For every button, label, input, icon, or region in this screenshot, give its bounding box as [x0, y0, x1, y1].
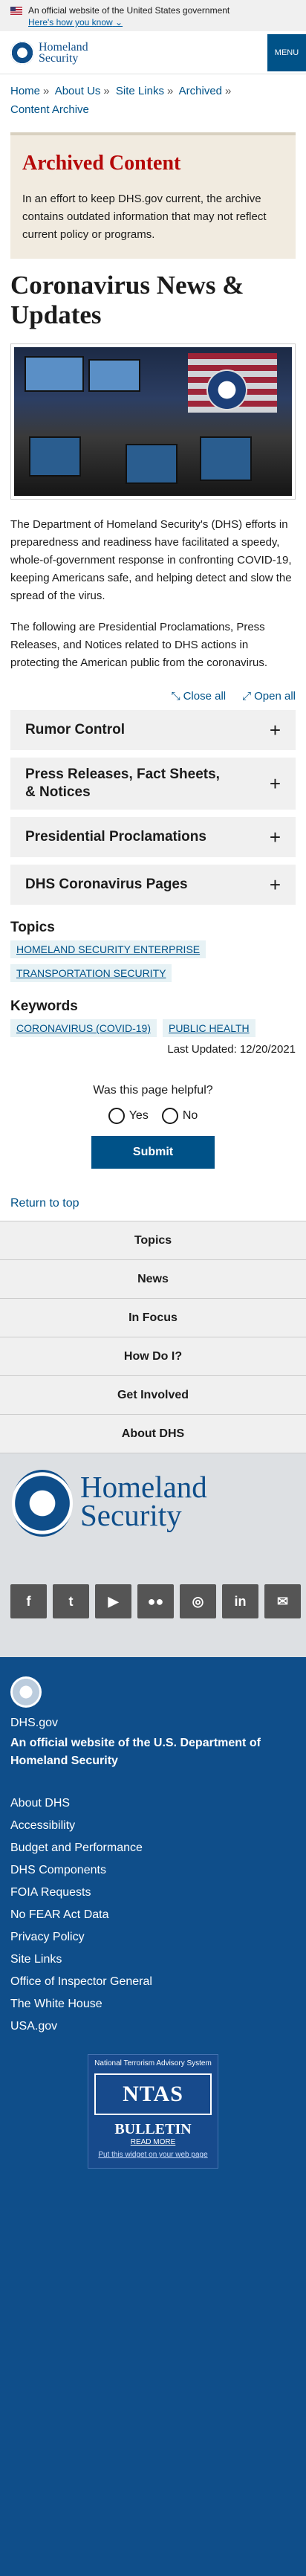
ntas-logo: NTAS [94, 2073, 212, 2115]
open-all-link[interactable]: ⤢ Open all [242, 690, 296, 703]
footer-links: About DHS Accessibility Budget and Perfo… [10, 1792, 296, 2038]
plus-icon: + [269, 718, 281, 741]
ntas-read-more-link[interactable]: READ MORE [88, 2138, 218, 2146]
breadcrumb-separator: » [225, 85, 232, 97]
keyword-tag[interactable]: PUBLIC HEALTH [162, 1019, 255, 1037]
topic-tag[interactable]: TRANSPORTATION SECURITY [10, 964, 172, 982]
accordion: Rumor Control + Press Releases, Fact Shee… [0, 703, 306, 905]
footer-nav-in-focus[interactable]: In Focus [0, 1299, 306, 1337]
breadcrumb-archived[interactable]: Archived [179, 85, 222, 97]
accordion-item-dhs-coronavirus-pages[interactable]: DHS Coronavirus Pages + [10, 865, 296, 905]
menu-button[interactable]: MENU [267, 33, 306, 71]
keyword-tag[interactable]: CORONAVIRUS (COVID-19) [10, 1019, 157, 1037]
breadcrumb-about-us[interactable]: About Us [55, 85, 101, 97]
keywords-label: Keywords [10, 998, 78, 1014]
expand-icon: ⤢ [242, 690, 252, 703]
breadcrumb-site-links[interactable]: Site Links [116, 85, 164, 97]
intro-paragraph: The following are Presidential Proclamat… [10, 621, 268, 669]
plus-icon: + [269, 825, 281, 848]
dhs-seal-icon [10, 40, 34, 65]
feedback-form: Was this page helpful? Yes No Submit [0, 1056, 306, 1169]
dhs-emblem [206, 369, 247, 410]
accordion-item-press-releases[interactable]: Press Releases, Fact Sheets, & Notices + [10, 758, 296, 810]
breadcrumb-separator: » [166, 85, 174, 97]
footer-nav-topics[interactable]: Topics [0, 1221, 306, 1260]
return-to-top-link[interactable]: Return to top [10, 1197, 79, 1210]
email-icon[interactable]: ✉ [264, 1584, 301, 1618]
yes-radio[interactable]: Yes [108, 1108, 149, 1124]
ntas-widget-link[interactable]: Put this widget on your web page [88, 2151, 218, 2159]
topic-tag[interactable]: HOMELAND SECURITY ENTERPRISE [10, 940, 206, 958]
footer-link-no-fear[interactable]: No FEAR Act Data [10, 1904, 296, 1926]
intro-paragraph: The Department of Homeland Security's (D… [10, 518, 292, 602]
ntas-bulletin: BULLETIN [114, 2121, 192, 2137]
footer-link-about-dhs[interactable]: About DHS [10, 1792, 296, 1815]
dhs-logo[interactable]: Homeland Security [10, 40, 88, 65]
social-links: f t ▶ ●● ◎ in ✉ [0, 1584, 306, 1657]
archived-text: In an effort to keep DHS.gov current, th… [22, 193, 267, 241]
us-flag-icon [10, 6, 22, 15]
ntas-title: National Terrorism Advisory System [94, 2059, 212, 2067]
footer-link-white-house[interactable]: The White House [10, 1993, 296, 2015]
breadcrumb-home[interactable]: Home [10, 85, 40, 97]
footer-nav-how-do-i[interactable]: How Do I? [0, 1337, 306, 1376]
archived-content-notice: Archived Content In an effort to keep DH… [10, 132, 296, 259]
intro-text: The Department of Homeland Security's (D… [0, 500, 306, 672]
footer-link-foia[interactable]: FOIA Requests [10, 1882, 296, 1904]
topics-tags: HOMELAND SECURITY ENTERPRISE TRANSPORTAT… [0, 936, 306, 982]
breadcrumb-content-archive[interactable]: Content Archive [10, 103, 89, 116]
footer-link-site-links[interactable]: Site Links [10, 1949, 296, 1971]
site-header: Homeland Security MENU [0, 31, 306, 74]
close-all-link[interactable]: ⤡ Close all [172, 690, 227, 703]
breadcrumb: Home» About Us» Site Links» Archived» Co… [0, 74, 306, 119]
last-updated: Last Updated: 12/20/2021 [167, 1043, 296, 1056]
facebook-icon[interactable]: f [10, 1584, 47, 1618]
twitter-icon[interactable]: t [53, 1584, 89, 1618]
footer-link-privacy[interactable]: Privacy Policy [10, 1926, 296, 1949]
footer-link-accessibility[interactable]: Accessibility [10, 1815, 296, 1837]
footer-nav-about-dhs[interactable]: About DHS [0, 1415, 306, 1453]
site-footer: DHS.gov An official website of the U.S. … [0, 1657, 306, 2576]
plus-icon: + [269, 873, 281, 896]
footer-link-budget[interactable]: Budget and Performance [10, 1837, 296, 1859]
accordion-item-rumor-control[interactable]: Rumor Control + [10, 710, 296, 750]
footer-logo[interactable]: Homeland Security [0, 1453, 306, 1584]
instagram-icon[interactable]: ◎ [180, 1584, 216, 1618]
footer-site-name: DHS.gov [10, 1717, 59, 1729]
topics-label: Topics [10, 920, 55, 935]
footer-nav: Topics News In Focus How Do I? Get Invol… [0, 1221, 306, 1453]
footer-nav-news[interactable]: News [0, 1260, 306, 1299]
gov-banner: An official website of the United States… [0, 0, 306, 31]
footer-link-usa-gov[interactable]: USA.gov [10, 2015, 296, 2038]
official-text: An official website of the United States… [28, 5, 230, 16]
hero-image [10, 343, 296, 500]
youtube-icon[interactable]: ▶ [95, 1584, 131, 1618]
chevron-down-icon: ⌄ [115, 17, 123, 28]
keywords-tags: CORONAVIRUS (COVID-19) PUBLIC HEALTH [0, 1015, 306, 1037]
footer-nav-get-involved[interactable]: Get Involved [0, 1376, 306, 1415]
linkedin-icon[interactable]: in [222, 1584, 258, 1618]
no-radio[interactable]: No [161, 1108, 198, 1124]
plus-icon: + [269, 772, 281, 795]
footer-link-oig[interactable]: Office of Inspector General [10, 1971, 296, 1993]
footer-logo-text: Homeland Security [80, 1470, 207, 1532]
ntas-widget[interactable]: National Terrorism Advisory System NTAS … [88, 2054, 218, 2169]
accordion-item-presidential-proclamations[interactable]: Presidential Proclamations + [10, 817, 296, 857]
feedback-question: Was this page helpful? [93, 1084, 213, 1097]
footer-link-components[interactable]: DHS Components [10, 1859, 296, 1882]
dhs-seal-icon [10, 1676, 42, 1708]
accordion-controls: ⤡ Close all ⤢ Open all [0, 685, 306, 703]
breadcrumb-separator: » [103, 85, 110, 97]
footer-official-text: An official website of the U.S. Departme… [10, 1737, 261, 1767]
heres-how-you-know-link[interactable]: Here's how you know ⌄ [28, 16, 296, 28]
dhs-20-years-seal-icon [12, 1470, 73, 1537]
archived-title: Archived Content [22, 152, 181, 175]
breadcrumb-separator: » [43, 85, 50, 97]
submit-button[interactable]: Submit [91, 1136, 215, 1169]
collapse-icon: ⤡ [171, 690, 180, 703]
logo-text: Homeland Security [39, 40, 88, 65]
flickr-icon[interactable]: ●● [137, 1584, 174, 1618]
page-title: Coronavirus News & Updates [10, 271, 244, 329]
